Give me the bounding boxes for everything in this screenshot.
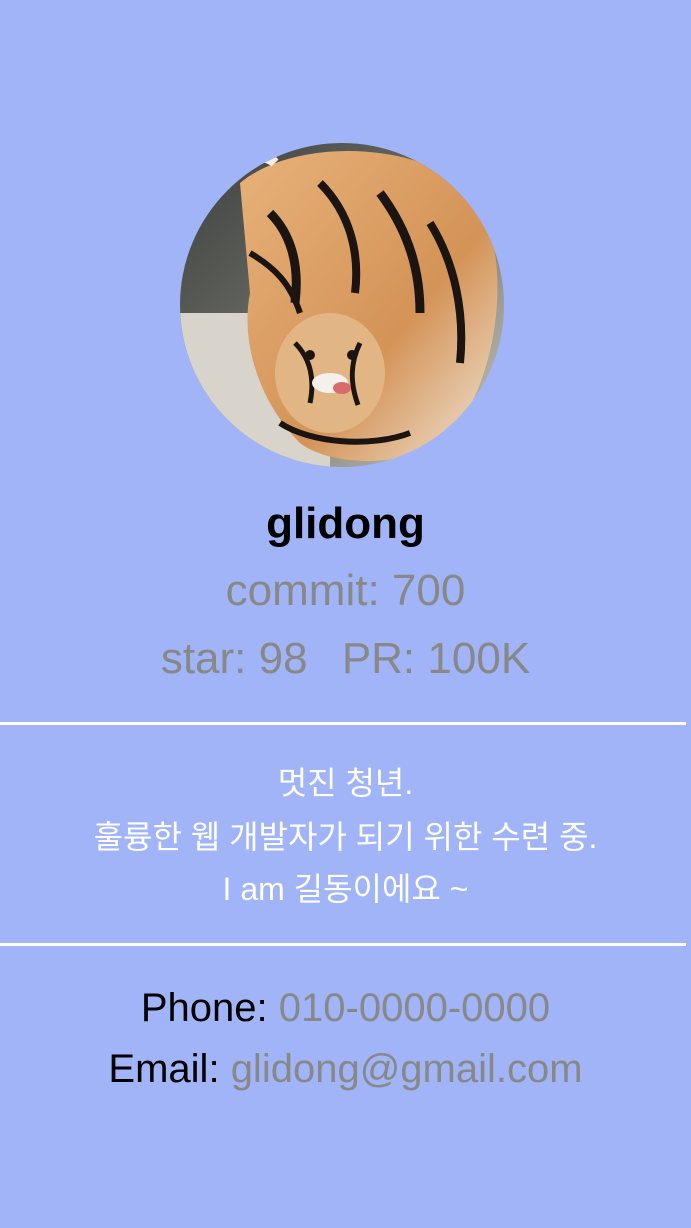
email-value[interactable]: glidong@gmail.com — [231, 1047, 583, 1091]
phone-value[interactable]: 010-0000-0000 — [279, 986, 550, 1030]
star-label: star: — [160, 634, 247, 683]
contact-phone: Phone: 010-0000-0000 — [0, 982, 691, 1034]
star-value: 98 — [258, 634, 308, 683]
bio-line-2: 훌륭한 웹 개발자가 되기 위한 수련 중. — [93, 819, 598, 855]
contact-email: Email: glidong@gmail.com — [0, 1043, 691, 1095]
commit-value: 700 — [391, 566, 466, 615]
tiger-photo-icon — [180, 143, 504, 467]
email-label: Email: — [108, 1047, 220, 1091]
pr-value: 100K — [427, 634, 531, 683]
commit-label: commit: — [225, 566, 380, 615]
pr-label: PR: — [341, 634, 416, 683]
bio-line-1: 멋진 청년. — [277, 765, 414, 801]
star-pr-counts: star: 98 PR: 100K — [0, 631, 691, 687]
username: glidong — [266, 499, 425, 548]
divider-bottom — [0, 943, 686, 946]
divider-top — [0, 722, 686, 725]
profile-avatar — [180, 143, 504, 467]
bio-line-3: I am 길동이에요 ~ — [222, 871, 469, 907]
commit-count: commit: 700 — [0, 563, 691, 619]
phone-label: Phone: — [140, 986, 268, 1030]
